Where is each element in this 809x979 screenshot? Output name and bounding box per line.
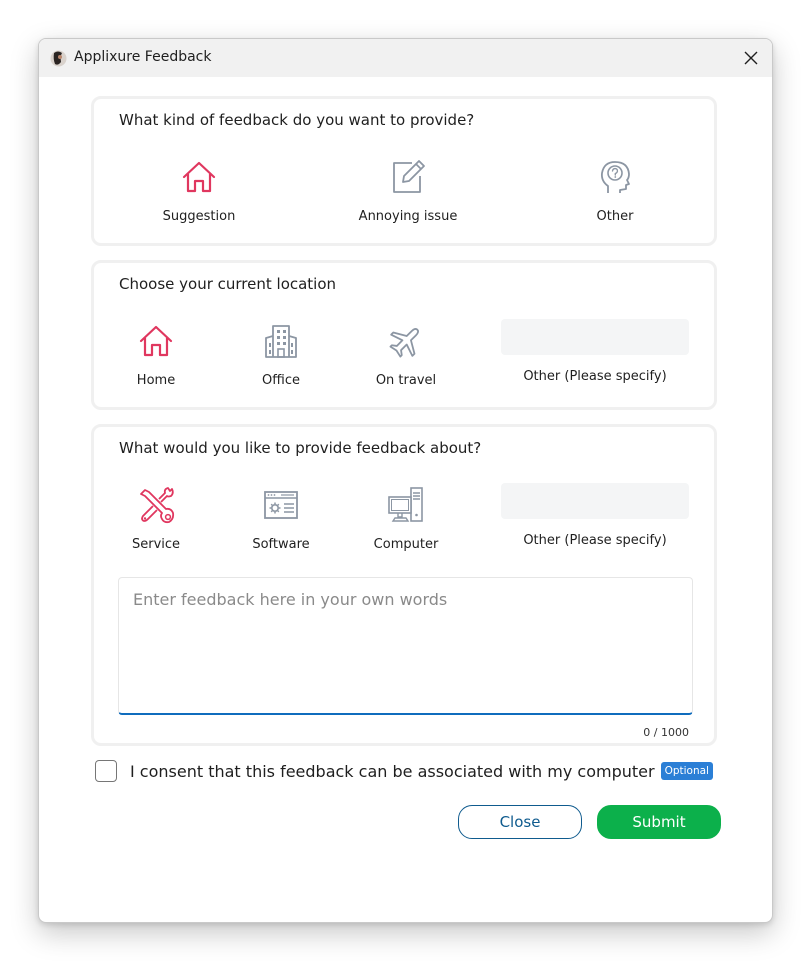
window-title: Applixure Feedback (74, 49, 212, 65)
topic-title: What would you like to provide feedback … (119, 439, 482, 457)
office-building-icon (261, 321, 301, 361)
title-bar: Applixure Feedback (39, 39, 772, 77)
option-label: Other (Please specify) (523, 533, 667, 548)
consent-label: I consent that this feedback can be asso… (130, 761, 655, 781)
option-label: Service (131, 537, 181, 552)
option-label: Office (262, 373, 300, 388)
character-counter: 0 / 1000 (643, 726, 689, 739)
window-close-button[interactable] (740, 47, 762, 69)
desktop-computer-icon (386, 485, 426, 525)
topic-service[interactable]: Service (116, 485, 196, 552)
option-label: Suggestion (162, 209, 236, 224)
house-icon (179, 157, 219, 197)
feedback-type-title: What kind of feedback do you want to pro… (119, 111, 475, 129)
feedback-type-card: What kind of feedback do you want to pro… (91, 96, 717, 246)
option-suggestion[interactable]: Suggestion (149, 157, 249, 224)
app-logo-icon (50, 50, 67, 67)
topic-software[interactable]: Software (241, 485, 321, 552)
topic-computer[interactable]: Computer (366, 485, 446, 552)
topic-specify-input[interactable] (501, 483, 689, 519)
location-card: Choose your current location Home Office… (91, 260, 717, 410)
consent-checkbox[interactable] (95, 760, 117, 782)
app-window-icon (261, 485, 301, 525)
feedback-textarea[interactable] (118, 577, 693, 715)
consent-row: I consent that this feedback can be asso… (95, 760, 713, 782)
house-icon (136, 321, 176, 361)
tools-icon (136, 485, 176, 525)
feedback-dialog: Applixure Feedback What kind of feedback… (38, 38, 773, 923)
location-title: Choose your current location (119, 275, 337, 293)
option-label: Annoying issue (358, 209, 458, 224)
location-on-travel[interactable]: On travel (366, 321, 446, 388)
option-annoying-issue[interactable]: Annoying issue (348, 157, 468, 224)
location-office[interactable]: Office (241, 321, 321, 388)
option-label: Other (596, 209, 634, 224)
option-label: On travel (375, 373, 437, 388)
location-other[interactable]: Other (Please specify) (500, 319, 690, 384)
location-home[interactable]: Home (116, 321, 196, 388)
location-specify-input[interactable] (501, 319, 689, 355)
close-icon (744, 51, 758, 65)
topic-card: What would you like to provide feedback … (91, 424, 717, 746)
optional-badge: Optional (660, 762, 713, 780)
airplane-icon (386, 321, 426, 361)
submit-button[interactable]: Submit (597, 805, 721, 839)
option-label: Computer (373, 537, 439, 552)
topic-other[interactable]: Other (Please specify) (500, 483, 690, 548)
close-button[interactable]: Close (458, 805, 582, 839)
option-other[interactable]: Other (565, 157, 665, 224)
head-question-icon (595, 157, 635, 197)
option-label: Software (252, 537, 310, 552)
option-label: Other (Please specify) (523, 369, 667, 384)
option-label: Home (136, 373, 176, 388)
edit-note-icon (388, 157, 428, 197)
